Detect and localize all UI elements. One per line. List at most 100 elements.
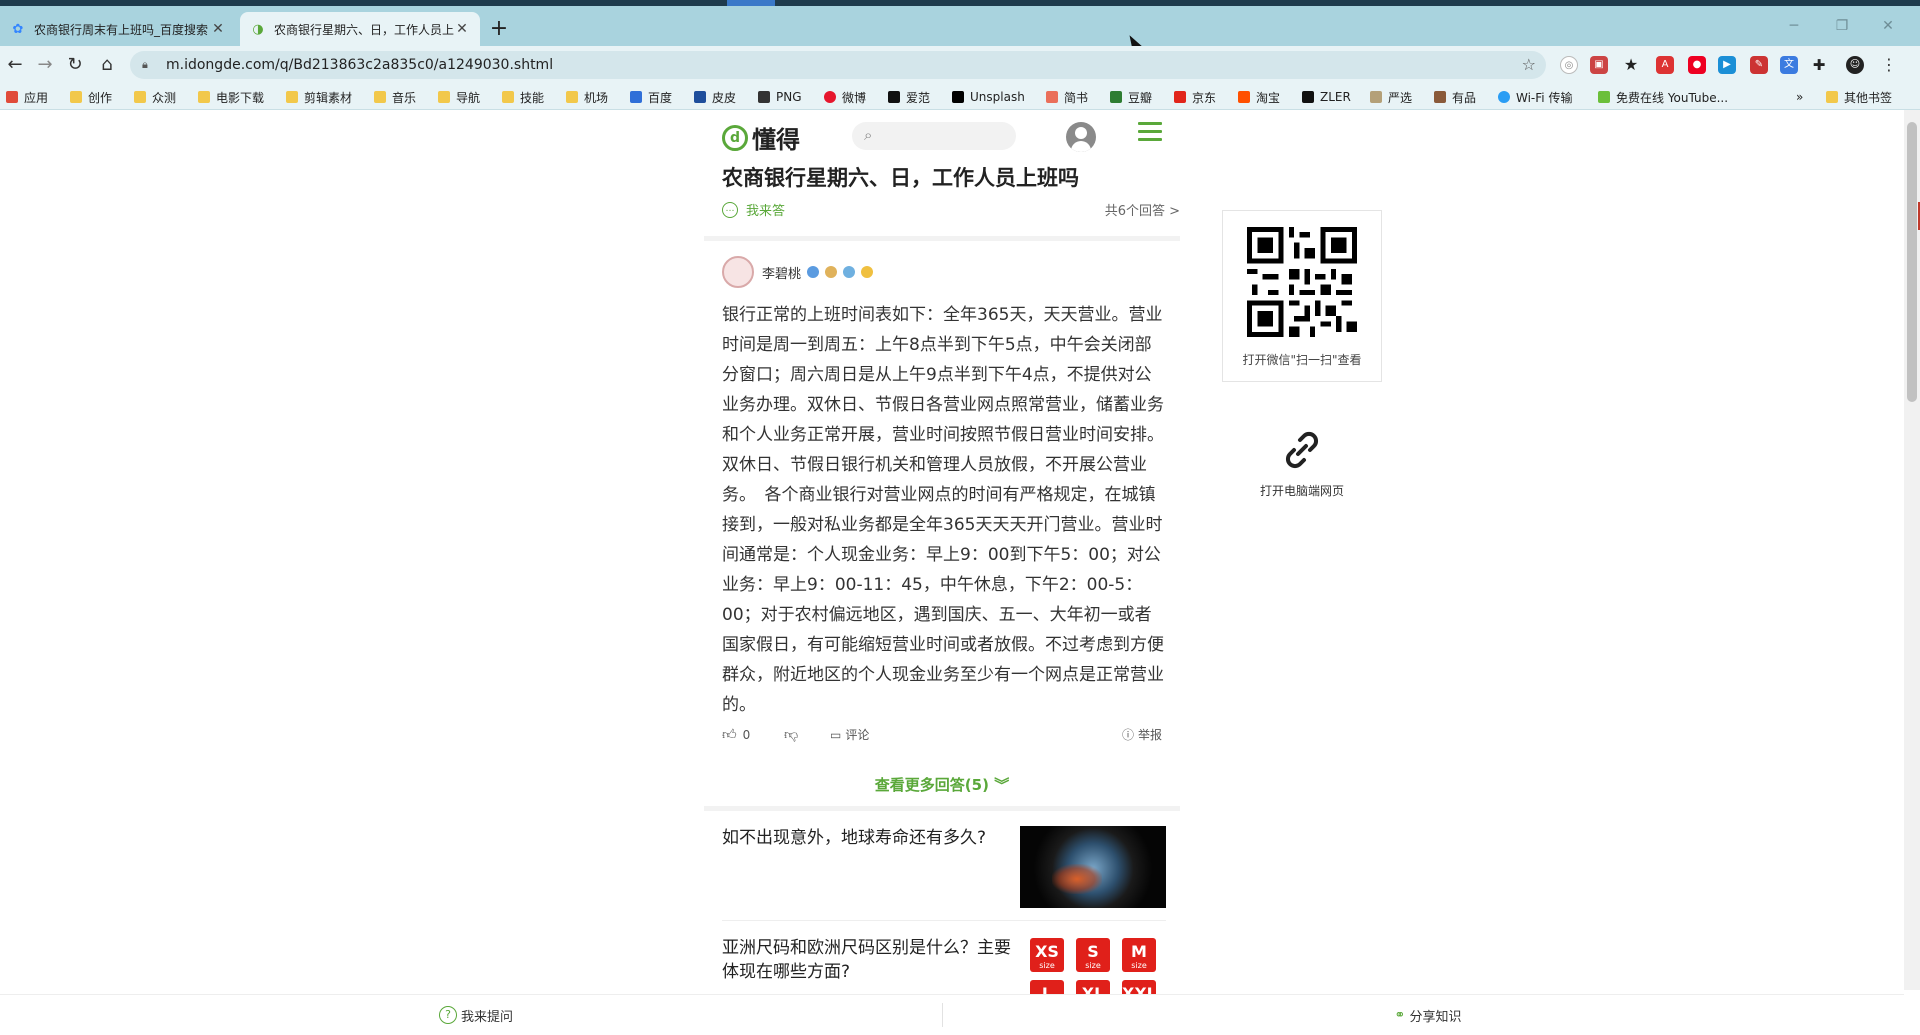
user-avatar-icon[interactable] <box>1066 122 1096 152</box>
youpin-icon <box>1434 91 1446 103</box>
extension-red-icon[interactable]: ● <box>1688 56 1706 74</box>
bookmarks-overflow-button[interactable]: » <box>1796 88 1803 106</box>
star-extension-icon[interactable]: ★ <box>1622 56 1640 74</box>
extension-tool-icon[interactable]: ✎ <box>1750 56 1768 74</box>
folder-icon <box>286 91 298 103</box>
scrollbar-thumb[interactable] <box>1907 122 1917 402</box>
bookmark-star-icon[interactable]: ☆ <box>1522 55 1536 74</box>
author-avatar[interactable] <box>722 256 754 288</box>
unsplash-icon <box>952 91 964 103</box>
bookmark-unsplash[interactable]: Unsplash <box>952 88 1025 106</box>
question-mark-icon: ? <box>438 1006 457 1024</box>
forward-arrow-icon[interactable]: → <box>34 54 56 76</box>
address-bar[interactable]: 🔒︎ m.idongde.com/q/Bd213863c2a835c0/a124… <box>130 51 1546 79</box>
bookmark-folder[interactable]: 电影下载 <box>198 88 264 106</box>
answer-button[interactable]: … 我来答 <box>722 200 785 219</box>
tab-baidu-search[interactable]: ✿ 农商银行周末有上班吗_百度搜索 ✕ <box>0 12 236 46</box>
bookmark-folder[interactable]: 技能 <box>502 88 544 106</box>
extension-video-icon[interactable]: ▶ <box>1718 56 1736 74</box>
question-title: 农商银行星期六、日，工作人员上班吗 <box>722 166 1079 190</box>
related-question-title[interactable]: 亚洲尺码和欧洲尺码区别是什么？主要体现在哪些方面? <box>722 936 1012 984</box>
home-icon[interactable]: ⌂ <box>96 54 118 76</box>
new-tab-button[interactable]: + <box>488 18 510 40</box>
site-logo[interactable]: d 懂得 <box>722 120 800 155</box>
site-search-input[interactable]: ⌕ <box>852 122 1016 150</box>
bookmark-folder[interactable]: 机场 <box>566 88 608 106</box>
hamburger-menu-icon[interactable] <box>1138 122 1162 144</box>
browser-menu-icon[interactable]: ⋮ <box>1880 56 1898 74</box>
restore-icon[interactable]: ❐ <box>1832 18 1852 34</box>
baidu-icon <box>630 91 642 103</box>
bookmark-baidu[interactable]: 百度 <box>630 88 672 106</box>
bookmark-folder[interactable]: 剪辑素材 <box>286 88 352 106</box>
thumbs-up-icon: 👍︎ <box>722 727 737 743</box>
report-button[interactable]: ⓘ 举报 <box>1122 726 1162 743</box>
size-tag: XS size <box>1030 938 1064 972</box>
size-tag: Ssize <box>1076 938 1110 972</box>
folder-icon <box>438 91 450 103</box>
link-chain-icon <box>1285 431 1319 469</box>
thumbs-down-icon: 👎︎ <box>784 727 799 743</box>
folder-icon <box>502 91 514 103</box>
bookmark-youtube-dl[interactable]: 免费在线 YouTube... <box>1598 88 1728 106</box>
close-tab-icon[interactable]: ✕ <box>210 21 226 37</box>
idongde-logo-icon: ◑ <box>252 21 264 37</box>
comment-icon: ▭ <box>830 727 842 742</box>
page-scrollbar[interactable] <box>1904 110 1920 990</box>
bookmark-folder[interactable]: 导航 <box>438 88 480 106</box>
earth-thumbnail[interactable] <box>1020 826 1166 908</box>
reload-icon[interactable]: ↻ <box>64 54 86 76</box>
folder-icon <box>374 91 386 103</box>
bookmark-jianshu[interactable]: 简书 <box>1046 88 1088 106</box>
minimize-icon[interactable]: ─ <box>1784 18 1804 34</box>
double-chevron-down-icon: ︾ <box>994 776 1010 794</box>
answer-actions: 👍︎ 0 👎︎ ▭ 评论 ⓘ 举报 <box>722 726 1166 746</box>
bookmark-douban[interactable]: 豆瓣 <box>1110 88 1152 106</box>
bookmark-wifi[interactable]: Wi-Fi 传输 <box>1498 88 1572 106</box>
comment-bubble-icon: … <box>722 201 738 218</box>
bookmark-zler[interactable]: ZLER <box>1302 88 1351 106</box>
zler-icon <box>1302 91 1314 103</box>
bookmark-taobao[interactable]: 淘宝 <box>1238 88 1280 106</box>
back-arrow-icon[interactable]: ← <box>4 54 26 76</box>
related-question-title[interactable]: 如不出现意外，地球寿命还有多久? <box>722 826 1012 850</box>
tab-idongde[interactable]: ◑ 农商银行星期六、日，工作人员上班吗 ✕ <box>240 12 480 46</box>
author-name[interactable]: 李碧桃 <box>762 263 801 282</box>
ask-question-button[interactable]: ? 我来提问 <box>0 995 952 1035</box>
jd-icon <box>1174 91 1186 103</box>
comment-button[interactable]: ▭ 评论 <box>830 726 869 743</box>
folder-icon <box>70 91 82 103</box>
answer-author: 李碧桃 <box>722 256 879 288</box>
bookmark-ifanr[interactable]: 爱范 <box>888 88 930 106</box>
bookmark-yanxuan[interactable]: 严选 <box>1370 88 1412 106</box>
dislike-button[interactable]: 👎︎ <box>784 726 798 743</box>
bookmark-folder[interactable]: 众测 <box>134 88 176 106</box>
total-answers-link[interactable]: 共6个回答 > <box>1105 200 1180 219</box>
close-tab-icon[interactable]: ✕ <box>454 21 470 37</box>
bookmark-png[interactable]: PNG <box>758 88 802 106</box>
puzzle-icon[interactable]: ✚ <box>1810 56 1828 74</box>
download-icon <box>1598 91 1610 103</box>
extension-screen-icon[interactable]: ▣ <box>1590 56 1608 74</box>
like-button[interactable]: 👍︎ 0 <box>722 726 750 743</box>
share-knowledge-button[interactable]: ⚭ 分享知识 <box>952 995 1904 1035</box>
pipi-icon <box>694 91 706 103</box>
bookmark-apps[interactable]: 应用 <box>6 88 48 106</box>
bookmark-pipi[interactable]: 皮皮 <box>694 88 736 106</box>
yanxuan-icon <box>1370 91 1382 103</box>
site-header: d 懂得 ⌕ <box>704 116 1180 156</box>
bookmark-jd[interactable]: 京东 <box>1174 88 1216 106</box>
close-window-icon[interactable]: ✕ <box>1878 18 1898 34</box>
bookmark-folder[interactable]: 创作 <box>70 88 112 106</box>
bookmark-weibo[interactable]: 微博 <box>824 88 866 106</box>
more-answers-link[interactable]: 查看更多回答(5) ︾ <box>704 774 1180 795</box>
extension-circle-icon[interactable]: ◎ <box>1560 56 1578 74</box>
open-pc-page-link[interactable]: 打开电脑端网页 <box>1222 428 1382 499</box>
other-bookmarks[interactable]: 其他书签 <box>1826 88 1892 106</box>
idongde-logo-icon: d <box>722 124 748 151</box>
bookmark-youpin[interactable]: 有品 <box>1434 88 1476 106</box>
adblock-icon[interactable]: A <box>1656 56 1674 74</box>
profile-avatar-icon[interactable]: ☺ <box>1846 56 1864 74</box>
bookmark-folder[interactable]: 音乐 <box>374 88 416 106</box>
translate-icon[interactable]: 文 <box>1780 56 1798 74</box>
